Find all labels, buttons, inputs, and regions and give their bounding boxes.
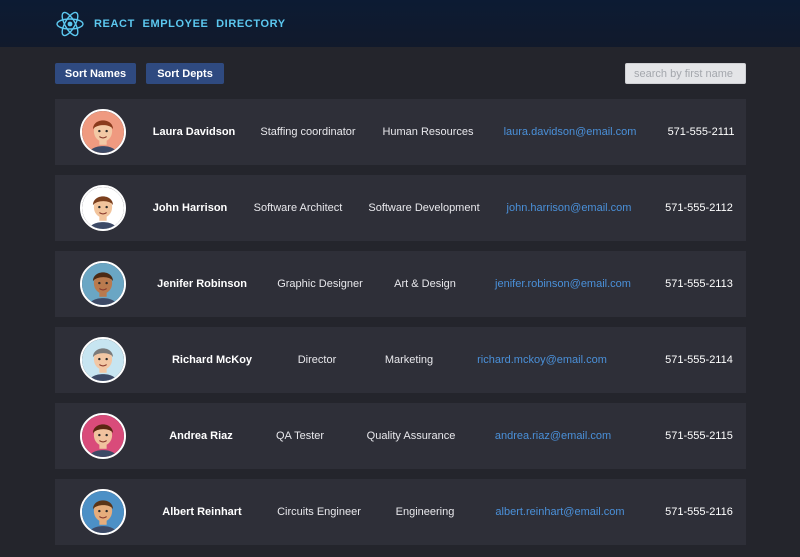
employee-phone: 571-555-2113 xyxy=(665,278,733,290)
employee-department: Marketing xyxy=(384,354,434,366)
toolbar: Sort Names Sort Depts xyxy=(55,63,746,84)
employee-row: Andrea Riaz QA Tester Quality Assurance and… xyxy=(55,403,746,469)
avatar xyxy=(80,337,126,383)
employee-row: Laura Davidson Staffing coordinator Human … xyxy=(55,99,746,165)
employee-department: Quality Assurance xyxy=(366,430,456,442)
employee-name: Jenifer Robinson xyxy=(157,278,247,290)
employee-phone: 571-555-2114 xyxy=(665,354,733,366)
avatar xyxy=(80,185,126,231)
employee-phone: 571-555-2111 xyxy=(667,126,735,138)
employee-email[interactable]: albert.reinhart@email.com xyxy=(495,479,624,545)
employee-email[interactable]: jenifer.robinson@email.com xyxy=(495,251,631,317)
employee-title: Software Architect xyxy=(253,202,343,214)
employee-title: QA Tester xyxy=(275,430,325,442)
app-header: REACT EMPLOYEE DIRECTORY xyxy=(0,0,800,47)
employee-department: Engineering xyxy=(395,506,455,518)
avatar xyxy=(80,413,126,459)
employee-title: Circuits Engineer xyxy=(277,506,361,518)
avatar xyxy=(80,489,126,535)
employee-phone: 571-555-2112 xyxy=(665,202,733,214)
employee-department: Art & Design xyxy=(394,278,456,290)
employee-name: Albert Reinhart xyxy=(162,506,242,518)
employee-email[interactable]: andrea.riaz@email.com xyxy=(495,403,611,469)
employee-title: Staffing coordinator xyxy=(260,126,356,138)
employee-row: Richard McKoy Director Marketing richard.mc… xyxy=(55,327,746,393)
employee-title: Director xyxy=(297,354,337,366)
employee-phone: 571-555-2116 xyxy=(665,506,733,518)
sort-names-button[interactable]: Sort Names xyxy=(55,63,136,84)
avatar xyxy=(80,109,126,155)
employee-email[interactable]: john.harrison@email.com xyxy=(507,175,632,241)
employee-title: Graphic Designer xyxy=(277,278,363,290)
employee-department: Software Development xyxy=(368,202,480,214)
employee-name: Richard McKoy xyxy=(171,354,253,366)
employee-list: Laura Davidson Staffing coordinator Human … xyxy=(55,99,746,555)
employee-name: John Harrison xyxy=(152,202,228,214)
sort-depts-button[interactable]: Sort Depts xyxy=(146,63,224,84)
employee-row: Albert Reinhart Circuits Engineer Engineer… xyxy=(55,479,746,545)
employee-phone: 571-555-2115 xyxy=(665,430,733,442)
employee-name: Laura Davidson xyxy=(152,126,236,138)
employee-department: Human Resources xyxy=(382,126,474,138)
employee-email[interactable]: laura.davidson@email.com xyxy=(504,99,637,165)
search-input[interactable] xyxy=(625,63,746,84)
app-title: REACT EMPLOYEE DIRECTORY xyxy=(94,17,286,30)
employee-name: Andrea Riaz xyxy=(169,430,233,442)
employee-row: John Harrison Software Architect Software … xyxy=(55,175,746,241)
react-atom-icon xyxy=(56,11,84,36)
employee-row: Jenifer Robinson Graphic Designer Art & De… xyxy=(55,251,746,317)
employee-email[interactable]: richard.mckoy@email.com xyxy=(477,327,607,393)
avatar xyxy=(80,261,126,307)
